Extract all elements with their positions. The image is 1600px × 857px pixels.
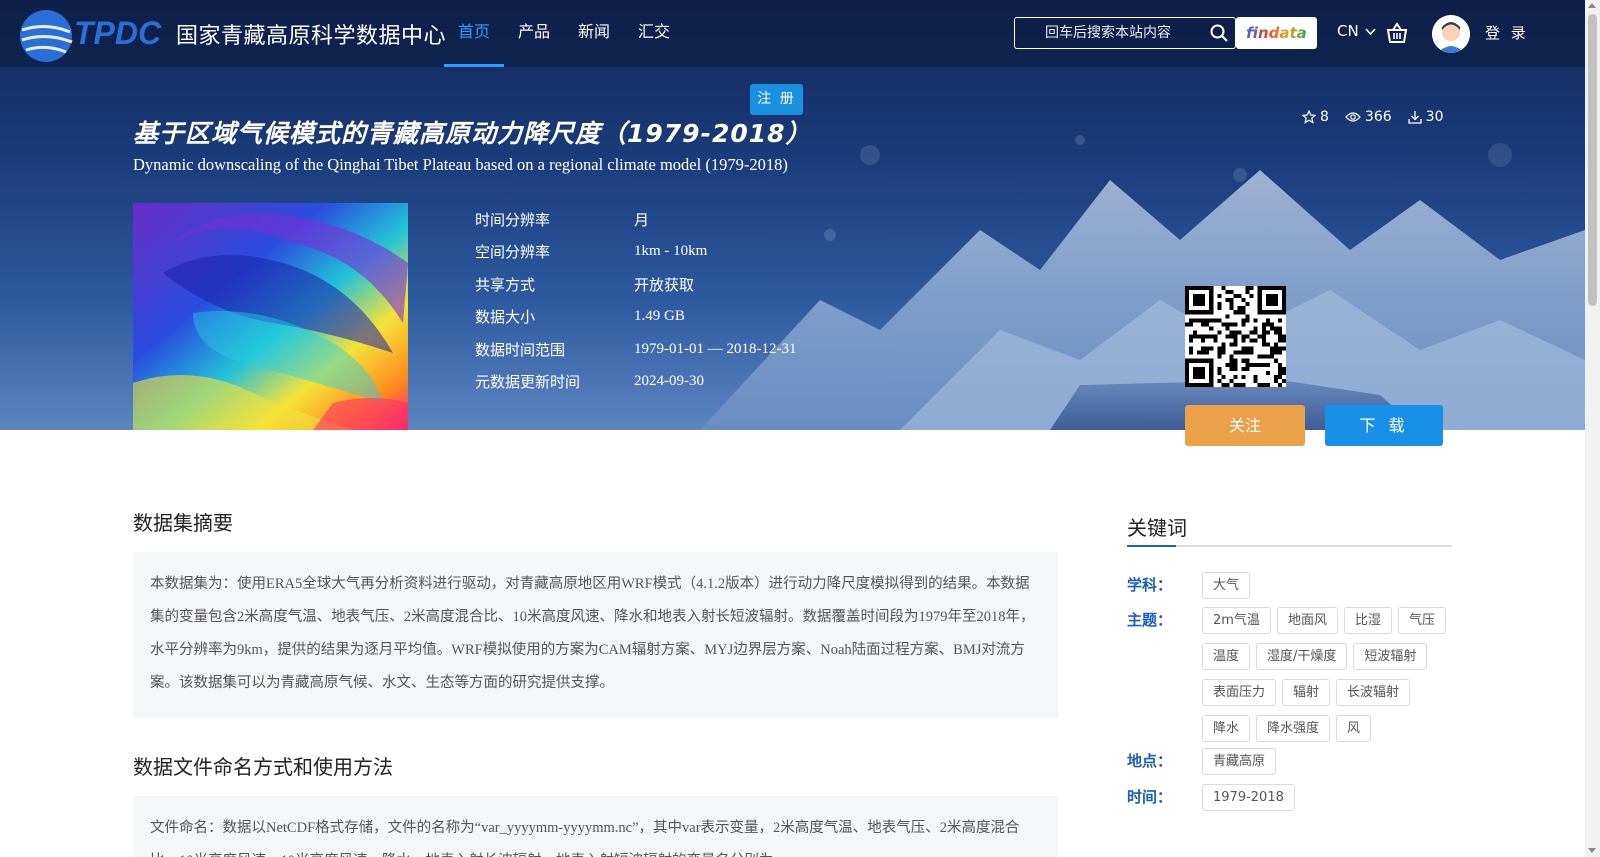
meta-key: 数据时间范围 — [475, 340, 566, 359]
scroll-up-arrow-icon[interactable] — [1588, 3, 1596, 8]
register-button[interactable]: 注 册 — [750, 84, 803, 115]
search-icon[interactable] — [1209, 23, 1229, 43]
keywords-divider-accent — [1127, 545, 1176, 547]
meta-value: 1km - 10km — [634, 243, 708, 260]
download-icon — [1408, 111, 1422, 124]
keyword-tags: 青藏高原 — [1202, 748, 1452, 775]
findata-button[interactable]: findata — [1236, 17, 1317, 49]
star-count-value: 8 — [1320, 109, 1329, 125]
keyword-tag[interactable]: 表面压力 — [1202, 679, 1277, 706]
dataset-title-en: Dynamic downscaling of the Qinghai Tibet… — [133, 155, 788, 174]
abstract-text: 本数据集为：使用ERA5全球大气再分析资料进行驱动，对青藏高原地区用WRF模式（… — [150, 576, 1035, 691]
dataset-title-cn: 基于区域气候模式的青藏高原动力降尺度（1979-2018） — [133, 119, 812, 148]
abstract-box: 本数据集为：使用ERA5全球大气再分析资料进行驱动，对青藏高原地区用WRF模式（… — [133, 552, 1058, 718]
meta-key: 数据大小 — [475, 308, 536, 327]
keyword-group-label: 学科： — [1127, 576, 1173, 594]
user-avatar[interactable] — [1432, 15, 1470, 53]
keyword-group-discipline: 学科： 大气 — [1127, 572, 1452, 599]
star-count[interactable]: 8 — [1302, 109, 1329, 125]
nav-products[interactable]: 产品 — [504, 0, 564, 67]
keyword-group-label: 主题： — [1127, 611, 1173, 629]
nav-home[interactable]: 首页 — [444, 0, 505, 67]
dataset-meta-table: 时间分辨率 月 空间分辨率 1km - 10km 共享方式 开放获取 数据大小 … — [475, 203, 796, 398]
meta-value: 1.49 GB — [634, 308, 685, 325]
scrollbar-thumb[interactable] — [1588, 14, 1597, 306]
eye-icon — [1345, 112, 1361, 122]
page: TPDC 国家青藏高原科学数据中心 首页 产品 新闻 汇交 findata CN — [0, 0, 1600, 857]
star-icon — [1302, 110, 1316, 124]
keyword-tag[interactable]: 气压 — [1397, 607, 1446, 634]
user-avatar-icon — [1432, 15, 1470, 53]
nav-submit[interactable]: 汇交 — [624, 0, 684, 67]
meta-key: 时间分辨率 — [475, 210, 551, 229]
meta-row: 元数据更新时间 2024-09-30 — [475, 366, 796, 399]
main-nav: 首页 产品 新闻 汇交 — [444, 0, 684, 67]
language-switch[interactable]: CN — [1337, 22, 1377, 40]
keyword-tag[interactable]: 降水强度 — [1256, 715, 1331, 742]
keyword-tag[interactable]: 长波辐射 — [1336, 679, 1411, 706]
keyword-tag[interactable]: 降水 — [1202, 715, 1251, 742]
meta-key: 空间分辨率 — [475, 243, 551, 262]
meta-value: 开放获取 — [634, 277, 695, 294]
download-count-value: 30 — [1425, 109, 1444, 125]
keyword-tag[interactable]: 辐射 — [1282, 679, 1331, 706]
keyword-tag[interactable]: 地面风 — [1276, 607, 1338, 634]
download-button[interactable]: 下 载 — [1325, 405, 1443, 446]
keyword-tag[interactable]: 比湿 — [1343, 607, 1392, 634]
search-box — [1014, 17, 1236, 49]
view-count: 366 — [1345, 109, 1392, 125]
keyword-tag[interactable]: 风 — [1336, 715, 1372, 742]
naming-heading: 数据文件命名方式和使用方法 — [133, 755, 393, 779]
meta-row: 数据大小 1.49 GB — [475, 301, 796, 334]
basket-icon[interactable] — [1386, 22, 1408, 44]
meta-row: 数据时间范围 1979-01-01 — 2018-12-31 — [475, 333, 796, 366]
abstract-heading: 数据集摘要 — [133, 511, 233, 535]
follow-button[interactable]: 关注 — [1185, 405, 1305, 446]
view-count-value: 366 — [1364, 109, 1392, 125]
meta-value: 1979-01-01 — 2018-12-31 — [634, 340, 797, 357]
meta-key: 共享方式 — [475, 275, 536, 294]
site-title[interactable]: 国家青藏高原科学数据中心 — [176, 18, 446, 50]
findata-label: findata — [1246, 24, 1307, 42]
logo-wordmark: TPDC — [74, 15, 162, 51]
dataset-stats: 8 366 30 — [1302, 109, 1443, 125]
qr-code — [1185, 286, 1286, 387]
chevron-down-icon — [1365, 27, 1377, 35]
keyword-tags: 1979-2018 — [1202, 784, 1452, 811]
keywords-heading: 关键词 — [1127, 516, 1187, 540]
search-input[interactable] — [1015, 18, 1201, 48]
keyword-group-label: 地点： — [1127, 752, 1173, 770]
scroll-down-arrow-icon[interactable] — [1588, 848, 1596, 853]
keyword-tag[interactable]: 短波辐射 — [1353, 643, 1428, 670]
keyword-tag[interactable]: 湿度/干燥度 — [1256, 643, 1348, 670]
keyword-tag[interactable]: 2m气温 — [1202, 607, 1271, 634]
meta-value: 月 — [634, 212, 650, 229]
page-scrollbar[interactable] — [1585, 0, 1600, 857]
download-count: 30 — [1408, 109, 1444, 125]
keyword-group-location: 地点： 青藏高原 — [1127, 748, 1452, 775]
keyword-group-label: 时间： — [1127, 788, 1173, 806]
language-label: CN — [1337, 22, 1359, 40]
keyword-group-theme: 主题： 2m气温 地面风 比湿 气压 温度 湿度/干燥度 短波辐射 表面压力 辐… — [1127, 607, 1452, 742]
keyword-tag[interactable]: 1979-2018 — [1202, 784, 1295, 811]
keyword-tag[interactable]: 温度 — [1202, 643, 1251, 670]
meta-row: 共享方式 开放获取 — [475, 268, 796, 301]
keyword-tags: 大气 — [1202, 572, 1452, 599]
meta-row: 时间分辨率 月 — [475, 203, 796, 236]
keyword-tags: 2m气温 地面风 比湿 气压 温度 湿度/干燥度 短波辐射 表面压力 辐射 长波… — [1202, 607, 1452, 742]
keyword-tag[interactable]: 青藏高原 — [1202, 748, 1277, 775]
naming-text: 文件命名：数据以NetCDF格式存储，文件的名称为“var_yyyymm-yyy… — [150, 820, 1020, 857]
keyword-group-time: 时间： 1979-2018 — [1127, 784, 1452, 811]
meta-row: 空间分辨率 1km - 10km — [475, 236, 796, 269]
nav-news[interactable]: 新闻 — [564, 0, 624, 67]
dataset-thumbnail — [133, 203, 408, 430]
naming-box: 文件命名：数据以NetCDF格式存储，文件的名称为“var_yyyymm-yyy… — [133, 796, 1058, 857]
meta-key: 元数据更新时间 — [475, 373, 581, 392]
keyword-tag[interactable]: 大气 — [1202, 572, 1251, 599]
login-link[interactable]: 登 录 — [1485, 22, 1529, 43]
meta-value: 2024-09-30 — [634, 373, 704, 390]
